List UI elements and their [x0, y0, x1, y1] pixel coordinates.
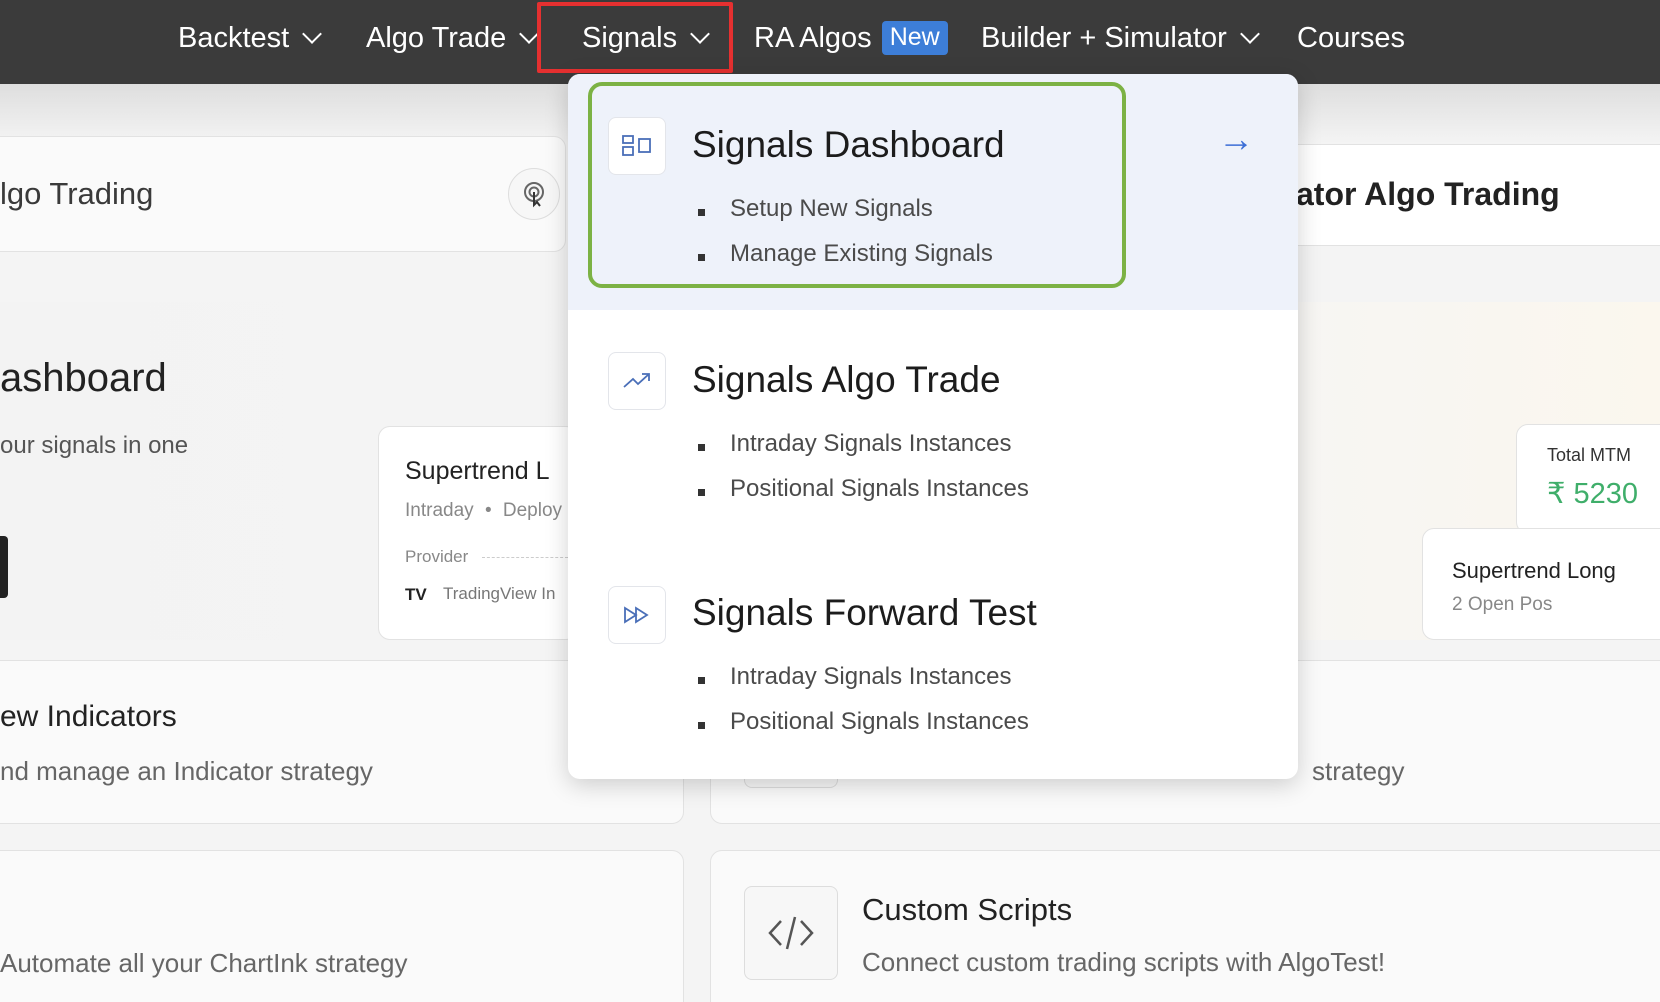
nav-builder-simulator-label: Builder + Simulator	[981, 21, 1227, 54]
arrow-right-icon: →	[1218, 118, 1254, 159]
supertrend-long-name: Supertrend Long	[1452, 558, 1616, 583]
bullet-icon	[698, 722, 705, 729]
custom-scripts-desc: Connect custom trading scripts with Algo…	[862, 947, 1386, 977]
chevron-down-icon	[302, 24, 323, 44]
new-badge: New	[881, 21, 948, 55]
custom-scripts-card[interactable]	[710, 850, 1660, 1002]
nav-algo-trade-label: Algo Trade	[366, 21, 507, 54]
dashboard-title: ashboard	[0, 356, 167, 400]
nav-backtest[interactable]: Backtest	[178, 0, 323, 76]
touch-icon[interactable]	[508, 168, 560, 220]
nav-backtest-label: Backtest	[178, 21, 290, 54]
tradingview-logo-icon: TV	[405, 585, 427, 604]
chartink-desc: Automate all your ChartInk strategy	[0, 948, 408, 978]
strategy-card-name: Supertrend L	[405, 457, 550, 485]
submenu-intraday-signals-instances[interactable]: Intraday Signals Instances	[730, 663, 1012, 691]
dashboard-subtitle: our signals in one	[0, 432, 189, 459]
indicator-algo-title: ator Algo Trading	[1296, 176, 1560, 212]
separator-dot: •	[484, 500, 492, 521]
trend-up-icon	[608, 352, 666, 410]
bullet-icon	[698, 677, 705, 684]
chevron-down-icon	[1239, 24, 1260, 44]
strategy-meta-status: Deploy	[502, 500, 563, 521]
hero-button-edge[interactable]	[0, 536, 8, 598]
nav-signals-highlight	[537, 2, 733, 73]
nav-algo-trade[interactable]: Algo Trade	[366, 0, 540, 76]
submenu-positional-signals-instances[interactable]: Positional Signals Instances	[730, 708, 1029, 736]
supertrend-long-positions: 2 Open Pos	[1452, 594, 1553, 615]
nav-builder-simulator[interactable]: Builder + Simulator	[981, 0, 1260, 76]
provider-divider	[482, 557, 568, 558]
total-mtm-label: Total MTM	[1547, 445, 1632, 465]
algo-trading-title: lgo Trading	[0, 176, 154, 211]
code-icon	[744, 886, 838, 980]
fast-forward-icon	[608, 586, 666, 644]
bullet-icon	[698, 489, 705, 496]
menu-item-signals-algo-trade[interactable]: Signals Algo Trade Intraday Signals Inst…	[568, 310, 1298, 544]
right-strategy-desc: strategy	[1312, 756, 1405, 786]
signals-dropdown-menu: Signals Dashboard Setup New Signals Mana…	[568, 74, 1298, 779]
nav-ra-algos-label: RA Algos	[754, 21, 872, 54]
top-navigation-bar: Backtest Algo Trade Signals RA Algos New…	[0, 0, 1660, 84]
submenu-positional-signals-instances[interactable]: Positional Signals Instances	[730, 475, 1029, 503]
strategy-card-meta: Intraday • Deploy	[405, 500, 562, 522]
signals-dashboard-highlight	[588, 82, 1126, 288]
bullet-icon	[698, 444, 705, 451]
indicators-desc: nd manage an Indicator strategy	[0, 756, 373, 786]
provider-name: TradingView In	[443, 584, 556, 603]
menu-item-title: Signals Forward Test	[692, 592, 1037, 633]
menu-item-signals-dashboard[interactable]: Signals Dashboard Setup New Signals Mana…	[568, 74, 1298, 310]
nav-ra-algos[interactable]: RA Algos New	[754, 0, 948, 76]
provider-label: Provider	[405, 547, 469, 566]
total-mtm-value: ₹ 5230	[1547, 478, 1639, 510]
strategy-meta-type: Intraday	[405, 500, 474, 521]
menu-item-signals-forward-test[interactable]: Signals Forward Test Intraday Signals In…	[568, 544, 1298, 779]
nav-courses[interactable]: Courses	[1297, 0, 1405, 76]
submenu-intraday-signals-instances[interactable]: Intraday Signals Instances	[730, 430, 1012, 458]
custom-scripts-title: Custom Scripts	[862, 892, 1073, 927]
chartink-card[interactable]	[0, 850, 684, 1002]
menu-item-title: Signals Algo Trade	[692, 359, 1001, 400]
supertrend-long-card[interactable]	[1422, 528, 1660, 640]
indicators-title: ew Indicators	[0, 700, 177, 733]
nav-courses-label: Courses	[1297, 21, 1405, 54]
